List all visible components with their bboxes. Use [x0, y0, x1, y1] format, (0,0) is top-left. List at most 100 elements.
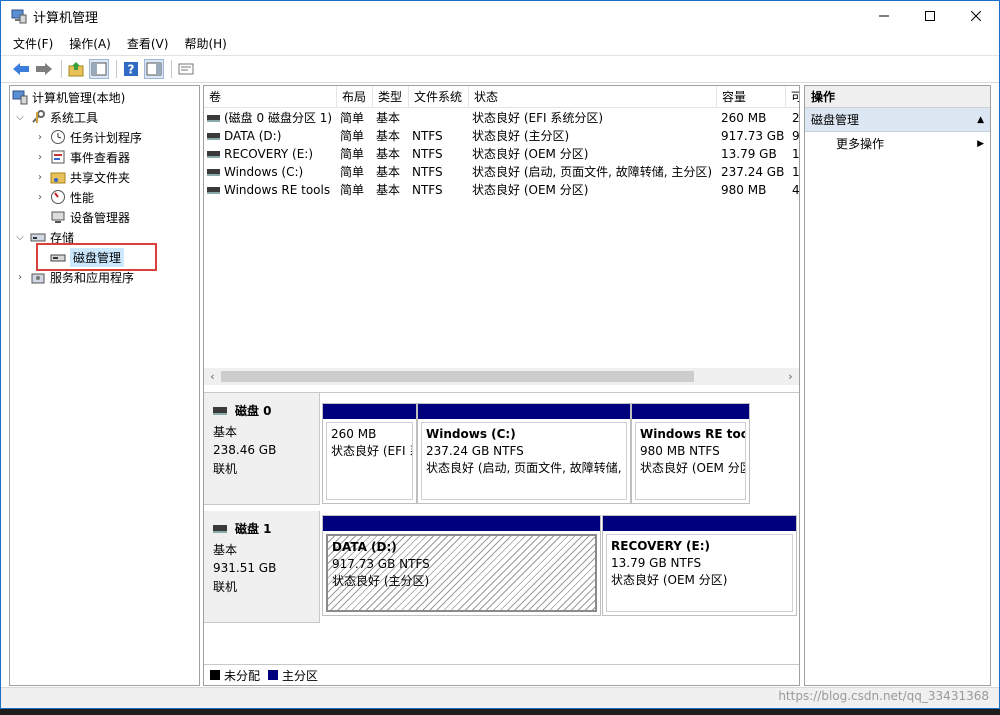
- partition-type-bar: [603, 516, 796, 531]
- chevron-right-icon[interactable]: ›: [34, 132, 46, 143]
- tree-label: 系统工具: [50, 110, 99, 125]
- chevron-down-icon[interactable]: ⌵: [14, 232, 26, 243]
- device-manager-icon: [51, 211, 65, 223]
- title-bar: 计算机管理: [1, 1, 999, 31]
- volume-list: 卷 布局 类型 文件系统 状态 容量 可 (磁盘 0 磁盘分区 1)简单基本状态…: [204, 86, 799, 389]
- horizontal-scrollbar[interactable]: ‹ ›: [204, 368, 799, 385]
- cell-status: 状态良好 (OEM 分区): [472, 147, 589, 161]
- minimize-button[interactable]: [861, 1, 907, 31]
- chevron-down-icon[interactable]: ⌵: [14, 112, 26, 123]
- disk-status: 联机: [213, 462, 238, 476]
- cell-type: 基本: [376, 129, 401, 143]
- toolbar-separator: [61, 60, 62, 78]
- chevron-right-icon[interactable]: ›: [14, 272, 26, 283]
- menu-view[interactable]: 查看(V): [127, 35, 169, 52]
- cell-capacity: 260 MB: [721, 111, 767, 125]
- forward-button[interactable]: [34, 59, 54, 79]
- partition-windows-re[interactable]: Windows RE tools 980 MB NTFS 状态良好 (OEM 分…: [631, 403, 750, 504]
- more-actions-label: 更多操作: [836, 137, 885, 151]
- partition-data-d[interactable]: DATA (D:) 917.73 GB NTFS 状态良好 (主分区): [322, 515, 601, 616]
- partition-body-selected: DATA (D:) 917.73 GB NTFS 状态良好 (主分区): [326, 534, 597, 612]
- cell-filesystem: NTFS: [412, 183, 443, 197]
- tree-item-performance[interactable]: › 性能: [34, 187, 94, 207]
- legend-swatch-unallocated: [210, 670, 220, 680]
- properties-button[interactable]: [176, 59, 196, 79]
- tree-item-event-viewer[interactable]: › 事件查看器: [34, 147, 130, 167]
- cell-free-space: 4: [792, 183, 799, 197]
- computer-management-icon: [11, 9, 27, 24]
- cell-type: 基本: [376, 147, 401, 161]
- table-row[interactable]: DATA (D:) 简单 基本 NTFS 状态良好 (主分区) 917.73 GB 9: [204, 127, 799, 145]
- column-header-type[interactable]: 类型: [373, 86, 409, 108]
- menu-file[interactable]: 文件(F): [13, 35, 53, 52]
- cell-type: 基本: [376, 111, 401, 125]
- tree-label: 事件查看器: [70, 150, 131, 165]
- column-header-filesystem[interactable]: 文件系统: [409, 86, 469, 108]
- tree-item-shared-folders[interactable]: › 共享文件夹: [34, 167, 130, 187]
- back-button[interactable]: [11, 59, 31, 79]
- show-hide-action-pane-button[interactable]: [144, 59, 164, 79]
- table-row[interactable]: Windows RE tools 简单 基本 NTFS 状态良好 (OEM 分区) 980…: [204, 181, 799, 199]
- more-actions-item[interactable]: 更多操作 ▶: [805, 132, 990, 156]
- partition-type-bar: [323, 404, 416, 419]
- partition-size: 980 MB NTFS: [640, 444, 720, 458]
- column-header-capacity[interactable]: 容量: [717, 86, 786, 108]
- column-header-volume[interactable]: 卷: [204, 86, 337, 108]
- partition-windows-c[interactable]: Windows (C:) 237.24 GB NTFS 状态良好 (启动, 页面…: [417, 403, 631, 504]
- menu-action[interactable]: 操作(A): [69, 35, 111, 52]
- table-row[interactable]: Windows (C:) 简单 基本 NTFS 状态良好 (启动, 页面文件, 故障转储…: [204, 163, 799, 181]
- partition-body: Windows RE tools 980 MB NTFS 状态良好 (OEM 分…: [635, 422, 746, 500]
- show-hide-tree-icon: [91, 62, 107, 76]
- partition-name: DATA (D:): [332, 540, 397, 554]
- up-folder-button[interactable]: [66, 59, 86, 79]
- scroll-right-icon[interactable]: ›: [782, 368, 799, 385]
- chevron-right-icon[interactable]: ›: [34, 172, 46, 183]
- partition-recovery-e[interactable]: RECOVERY (E:) 13.79 GB NTFS 状态良好 (OEM 分区…: [602, 515, 797, 616]
- partition-name: Windows RE tools: [640, 427, 745, 441]
- disk-0-info[interactable]: 磁盘 0 基本 238.46 GB 联机: [204, 393, 320, 505]
- toolbar-separator: [116, 60, 117, 78]
- chevron-right-icon[interactable]: ›: [34, 152, 46, 163]
- table-row[interactable]: (磁盘 0 磁盘分区 1) 简单 基本 状态良好 (EFI 系统分区) 260 MB 2: [204, 109, 799, 127]
- legend: 未分配 主分区: [204, 664, 799, 685]
- cell-status: 状态良好 (OEM 分区): [472, 183, 589, 197]
- chevron-right-icon[interactable]: ›: [34, 192, 46, 203]
- collapse-up-icon[interactable]: ▲: [977, 108, 984, 132]
- volume-icon: [207, 187, 220, 194]
- scroll-left-icon[interactable]: ‹: [204, 368, 221, 385]
- tree-label: 共享文件夹: [70, 170, 131, 185]
- column-header-free-space[interactable]: 可: [786, 86, 799, 108]
- cell-status: 状态良好 (启动, 页面文件, 故障转储, 主分区): [472, 165, 713, 179]
- scrollbar-thumb[interactable]: [221, 371, 694, 382]
- tree-item-device-manager[interactable]: 设备管理器: [50, 207, 130, 227]
- help-button[interactable]: ?: [121, 59, 141, 79]
- disk-name: 磁盘 1: [235, 522, 272, 536]
- cell-volume: Windows RE tools: [207, 181, 335, 199]
- volume-icon: [207, 151, 220, 158]
- column-header-layout[interactable]: 布局: [337, 86, 373, 108]
- tree-label: 服务和应用程序: [50, 270, 135, 285]
- submenu-arrow-icon: ▶: [977, 139, 984, 149]
- volume-icon: [207, 133, 220, 140]
- actions-section-disk-management[interactable]: 磁盘管理 ▲: [805, 108, 990, 132]
- tree-item-system-tools[interactable]: ⌵ 系统工具: [14, 107, 98, 127]
- maximize-button[interactable]: [907, 1, 953, 31]
- disk-1-info[interactable]: 磁盘 1 基本 931.51 GB 联机: [204, 511, 320, 623]
- column-header-status[interactable]: 状态: [469, 86, 717, 108]
- tree-item-task-scheduler[interactable]: › 任务计划程序: [34, 127, 142, 147]
- legend-swatch-primary: [268, 670, 279, 680]
- disk-graphical-view: 磁盘 0 基本 238.46 GB 联机 260 MB 状态良好 (EFI 系统…: [204, 392, 799, 662]
- show-hide-tree-button[interactable]: [89, 59, 109, 79]
- cell-type: 基本: [376, 165, 401, 179]
- computer-management-window: 计算机管理 文件(F) 操作(A) 查看(V) 帮助(H) ? 计算机管理(本地…: [0, 0, 1000, 709]
- table-row[interactable]: RECOVERY (E:) 简单 基本 NTFS 状态良好 (OEM 分区) 13.79 …: [204, 145, 799, 163]
- menu-help[interactable]: 帮助(H): [184, 35, 226, 52]
- tree-item-computer-management[interactable]: 计算机管理(本地): [12, 87, 125, 107]
- close-button[interactable]: [953, 1, 999, 31]
- partition-efi[interactable]: 260 MB 状态良好 (EFI 系统分区): [322, 403, 417, 504]
- close-icon: [971, 11, 981, 21]
- volume-name: Windows RE tools: [224, 183, 331, 197]
- partition-size: 917.73 GB NTFS: [332, 557, 430, 571]
- disk-type: 基本: [213, 425, 238, 439]
- cell-free-space: 1: [792, 147, 799, 161]
